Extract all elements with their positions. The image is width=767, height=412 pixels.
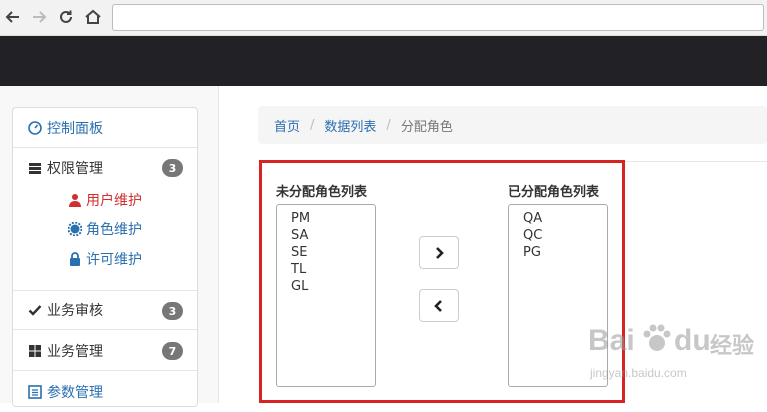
sidebar-subitem-label: 角色维护 (86, 222, 142, 238)
breadcrumb: 首页 / 数据列表 / 分配角色 (258, 106, 767, 144)
list-option[interactable]: SA (291, 227, 375, 244)
watermark-url: jingyan.baidu.com (590, 366, 687, 380)
chevron-right-icon (432, 246, 446, 260)
breadcrumb-data-list[interactable]: 数据列表 (324, 116, 376, 135)
list-option[interactable]: SE (291, 244, 375, 261)
sidebar-subitem-permission[interactable]: 许可维护 (67, 247, 142, 271)
unassigned-listbox[interactable]: PM SA SE TL GL (276, 204, 376, 387)
watermark-brand: Bai (588, 324, 635, 357)
breadcrumb-separator: / (386, 117, 391, 133)
sidebar: 控制面板 权限管理 3 用户维护 角色维护 许可维护 业务审核 3 业务管理 7… (12, 107, 198, 407)
list-option[interactable]: TL (291, 261, 375, 278)
home-icon[interactable] (82, 6, 104, 28)
server-icon (27, 160, 43, 176)
watermark: Bai du 经验 jingyan.baidu.com (588, 318, 763, 388)
app-header-bar (0, 36, 767, 86)
sidebar-item-params[interactable]: 参数管理 (13, 372, 197, 412)
sidebar-item-review[interactable]: 业务审核 3 (13, 290, 197, 330)
assigned-title: 已分配角色列表 (508, 185, 600, 200)
list-option[interactable]: QA (523, 210, 607, 227)
sidebar-subitem-role[interactable]: 角色维护 (67, 217, 142, 241)
paw-icon (640, 322, 674, 360)
list-option[interactable]: PG (523, 244, 607, 261)
reload-icon[interactable] (55, 6, 77, 28)
count-badge: 7 (162, 342, 183, 360)
sidebar-subitem-label: 用户维护 (86, 193, 142, 209)
address-bar[interactable] (112, 4, 764, 31)
sidebar-item-label: 控制面板 (47, 120, 103, 137)
watermark-brand-suffix: du (674, 324, 711, 357)
sidebar-item-dashboard[interactable]: 控制面板 (13, 108, 197, 148)
gear-icon (67, 221, 83, 237)
lock-icon (67, 251, 83, 267)
move-right-button[interactable] (419, 236, 459, 269)
unassigned-title: 未分配角色列表 (276, 185, 368, 200)
user-icon (67, 192, 83, 208)
breadcrumb-current: 分配角色 (400, 119, 453, 135)
count-badge: 3 (162, 159, 183, 177)
forward-icon[interactable] (28, 6, 50, 28)
checkmark-icon (27, 302, 43, 318)
breadcrumb-separator: / (310, 117, 315, 133)
sidebar-subitem-user[interactable]: 用户维护 (67, 188, 142, 212)
sidebar-item-label: 业务管理 (47, 343, 103, 360)
list-option[interactable]: QC (523, 227, 607, 244)
browser-toolbar (0, 0, 767, 36)
list-icon (27, 384, 43, 400)
breadcrumb-home[interactable]: 首页 (274, 116, 300, 135)
grid-icon (27, 343, 43, 359)
list-option[interactable]: GL (291, 278, 375, 295)
list-option[interactable]: PM (291, 210, 375, 227)
count-badge: 3 (162, 302, 183, 320)
sidebar-item-business[interactable]: 业务管理 7 (13, 331, 197, 371)
role-assign-panel: 未分配角色列表 PM SA SE TL GL 已分配角色列表 QA QC PG (259, 160, 625, 403)
sidebar-subitem-label: 许可维护 (86, 252, 142, 268)
dashboard-icon (27, 120, 43, 136)
back-icon[interactable] (2, 6, 24, 28)
sidebar-item-label: 业务审核 (47, 303, 103, 319)
sidebar-item-label: 参数管理 (47, 385, 103, 401)
sidebar-item-permissions[interactable]: 权限管理 3 (13, 148, 197, 188)
chevron-left-icon (432, 299, 446, 313)
watermark-suffix: 经验 (710, 334, 755, 359)
sidebar-item-label: 权限管理 (47, 161, 103, 177)
move-left-button[interactable] (419, 289, 459, 322)
